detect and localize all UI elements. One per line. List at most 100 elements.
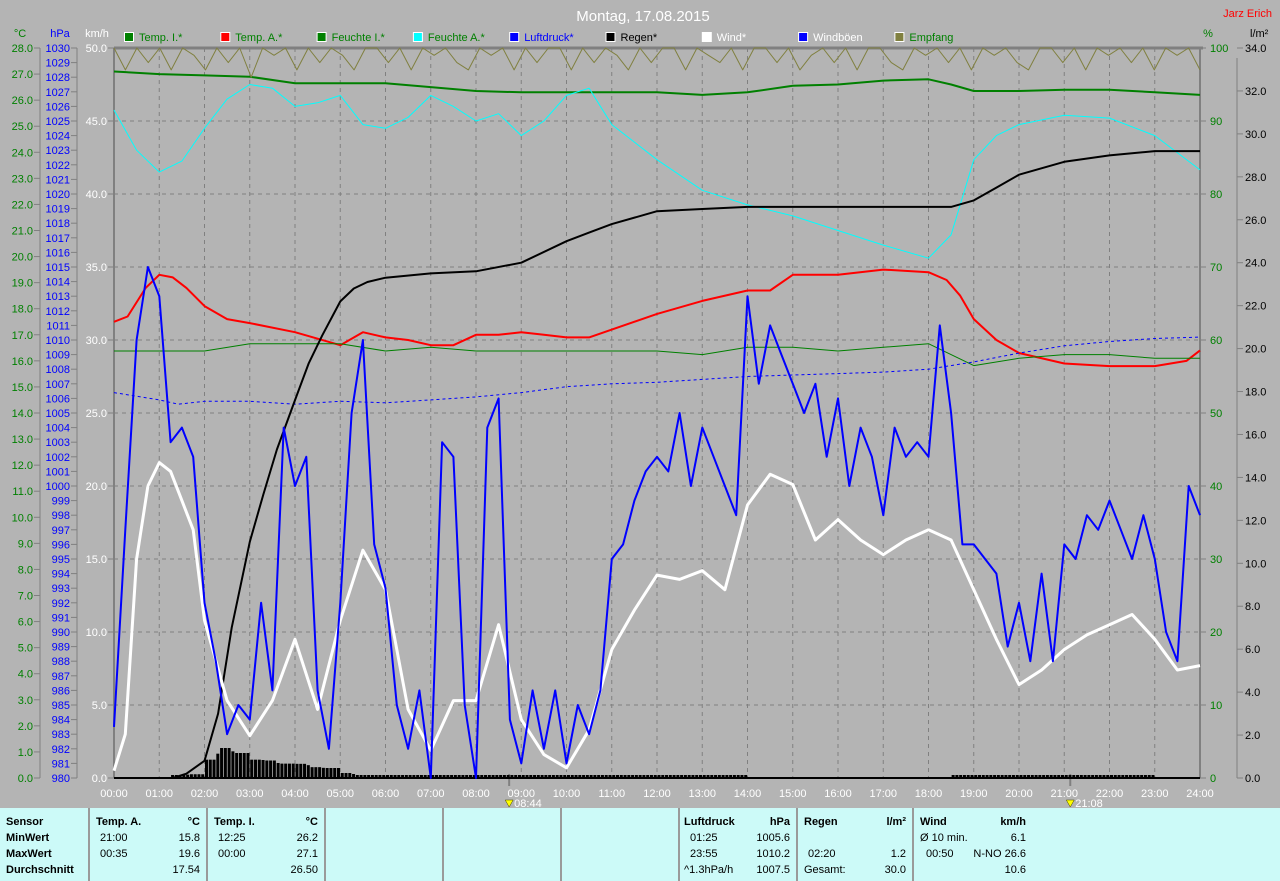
rain-bar [966,775,970,778]
x-tick-label: 01:00 [145,788,173,800]
axis-tick-label: 30.0 [86,335,107,347]
rain-bar [231,751,235,778]
x-tick-label: 12:00 [643,788,671,800]
x-tick-label: 02:00 [191,788,219,800]
rain-bar [608,775,612,778]
rain-bar [401,775,405,778]
axis-tick-label: 22.0 [12,199,33,211]
legend-label: Feuchte A.* [428,32,486,44]
wind-avg10: 6.1 [1010,832,1026,844]
rain-bar [495,775,499,778]
legend-swatch [316,32,327,42]
axis-tick-label: 16.0 [1245,429,1266,441]
wind-max: N-NO 26.6 [973,848,1026,860]
axis-tick-label: 40.0 [86,189,107,201]
x-tick-label: 05:00 [326,788,354,800]
rain-bar [665,775,669,778]
rain-bar [676,775,680,778]
temp-a-min: 15.8 [178,832,200,844]
axis-tick-label: 14.0 [1245,472,1266,484]
axis-tick-label: 6.0 [1245,644,1260,656]
wind-header: Wind [920,816,947,828]
axis-tick-label: 1006 [46,393,70,405]
rain-max: 1.2 [890,848,906,860]
rain-bar [363,775,367,778]
axis-tick-label: 984 [52,715,70,727]
rain-bar [1147,775,1151,778]
axis-tick-label: 1023 [46,145,70,157]
axis-tick-label: 30.0 [1245,129,1266,141]
rain-bar [649,775,653,778]
legend-swatch [894,32,905,42]
rain-bar [600,775,604,778]
rain-bar [1087,775,1091,778]
rain-bar [1034,775,1038,778]
rain-bar [646,775,650,778]
axis-tick-label: 24.0 [1245,258,1266,270]
axis-tick-label: 15.0 [12,382,33,394]
rain-bar [423,775,427,778]
rain-bar [1023,775,1027,778]
rain-bar [578,775,582,778]
pressure-min-time: 01:25 [690,832,718,844]
x-tick-label: 16:00 [824,788,852,800]
rain-bar [544,775,548,778]
rain-bar [265,760,269,778]
axis-tick-label: 90 [1210,116,1222,128]
rain-bar [280,763,284,778]
legend-swatch [701,32,712,42]
rain-bar [491,775,495,778]
pressure-avg: 1007.5 [756,864,790,876]
axis-tick-label: 20.0 [1245,344,1266,356]
rain-bar [653,775,657,778]
rain-bar [468,775,472,778]
rain-bar [446,775,450,778]
axis-tick-label: 20.0 [12,252,33,264]
temp-i-unit: °C [305,816,318,828]
rain-bar [1011,775,1015,778]
rain-bar [623,775,627,778]
rain-bar [642,775,646,778]
wind-avg: 10.6 [1004,864,1026,876]
rain-header: Regen [804,816,838,828]
rain-bar [1042,775,1046,778]
axis-tick-label: 1004 [46,423,70,435]
rain-bar [378,775,382,778]
rain-bar [1019,775,1023,778]
rain-bar [702,775,706,778]
rain-bar [631,775,635,778]
legend-swatch [798,32,809,42]
axis-tick-label: 1025 [46,116,70,128]
rain-bar [1098,775,1102,778]
rain-bar [585,775,589,778]
axis-tick-label: 23.0 [12,173,33,185]
rain-bar [563,775,567,778]
axis-tick-label: 0.0 [18,773,33,785]
rain-bar [453,775,457,778]
rain-bar [721,775,725,778]
row-label-max: MaxWert [6,848,52,860]
legend-label: Windböen [813,32,863,44]
rain-bar [657,775,661,778]
rain-bar [1151,775,1155,778]
legend-label: Empfang [909,32,953,44]
axis-tick-label: 1027 [46,87,70,99]
rain-bar [1030,775,1034,778]
legend-swatch [412,32,423,42]
rain-bar [1132,775,1136,778]
axis-tick-label: 28.0 [1245,172,1266,184]
rain-bar [321,767,325,778]
rain-bar [1060,775,1064,778]
axis-tick-label: 1017 [46,233,70,245]
axes: °C 0.0 1.0 2.0 3.0 4.0 5.0 6.0 7.0 8.0 9.0 10.0 11.0… [12,28,1269,808]
axis-tick-label: 980 [52,773,70,785]
rain-bar [499,775,503,778]
pressure-unit: hPa [769,816,790,828]
pressure-column: Luftdruck hPa 01:25 1005.6 23:55 1010.2 ^1.… [680,808,798,881]
axis-tick-label: 10 [1210,700,1222,712]
axis-tick-label: 1026 [46,101,70,113]
axis-tick-label: 45.0 [86,116,107,128]
legend-label: Regen* [621,32,658,44]
rain-bar [548,775,552,778]
wind-unit: km/h [1000,816,1026,828]
